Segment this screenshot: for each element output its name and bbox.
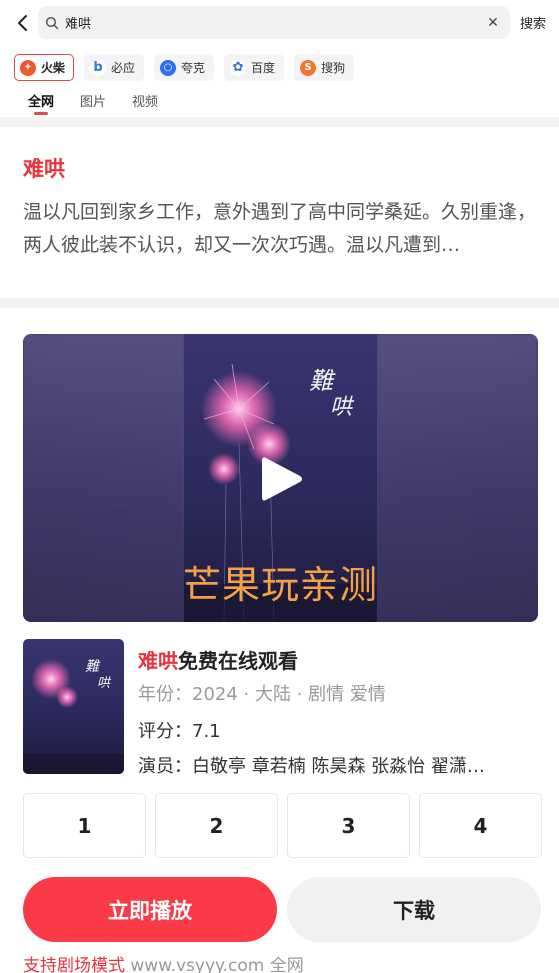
engine-label: 夸克 bbox=[181, 61, 206, 75]
divider bbox=[0, 298, 559, 308]
result-thumbnail[interactable]: 難 哄 bbox=[23, 639, 124, 774]
play-now-button[interactable]: 立即播放 bbox=[23, 877, 277, 942]
episode-button-1[interactable]: 1 bbox=[23, 793, 146, 858]
video-player[interactable]: 難 哄 芒果玩亲测 bbox=[23, 334, 538, 622]
episode-button-4[interactable]: 4 bbox=[419, 793, 542, 858]
sogou-icon: S bbox=[300, 59, 317, 76]
svg-text:難: 難 bbox=[85, 659, 101, 675]
episode-list: 1 2 3 4 bbox=[23, 793, 542, 858]
tab-all[interactable]: 全网 bbox=[28, 91, 54, 115]
theater-mode-link[interactable]: 支持剧场模式 bbox=[23, 956, 125, 973]
search-icon bbox=[45, 16, 59, 29]
search-query: 难哄 bbox=[65, 17, 92, 32]
engine-label: 搜狗 bbox=[321, 61, 346, 75]
result-title-highlight: 难哄 bbox=[138, 649, 178, 673]
top-bar: 难哄 ✕ 搜索 bbox=[0, 0, 559, 46]
search-input[interactable]: 难哄 ✕ bbox=[38, 6, 510, 39]
tab-images[interactable]: 图片 bbox=[80, 91, 106, 110]
bing-icon: b bbox=[90, 59, 107, 76]
quark-icon: ○ bbox=[160, 59, 177, 76]
engine-chip-bing[interactable]: b 必应 bbox=[84, 54, 145, 81]
engine-chip-sogou[interactable]: S 搜狗 bbox=[294, 54, 355, 81]
download-button[interactable]: 下载 bbox=[287, 877, 541, 942]
svg-text:哄: 哄 bbox=[97, 676, 112, 691]
engine-chip-baidu[interactable]: ✿ 百度 bbox=[224, 54, 285, 81]
result-cast: 演员：白敬亭 章若楠 陈昊森 张淼怡 翟潇… bbox=[138, 756, 485, 777]
engine-label: 火柴 bbox=[41, 61, 66, 75]
result-meta: 年份：2024 · 大陆 · 剧情 爱情 bbox=[138, 684, 386, 705]
svg-text:難: 難 bbox=[309, 367, 336, 395]
footer: 支持剧场模式 www.vsyyy.com 全网 bbox=[23, 951, 304, 973]
result-rating: 评分：7.1 bbox=[138, 721, 221, 742]
result-tabs: 全网 图片 视频 bbox=[28, 91, 158, 115]
episode-button-2[interactable]: 2 bbox=[155, 793, 278, 858]
summary-title[interactable]: 难哄 bbox=[23, 153, 65, 183]
footer-site: www.vsyyy.com 全网 bbox=[130, 956, 304, 973]
search-button[interactable]: 搜索 bbox=[520, 13, 546, 32]
back-icon[interactable] bbox=[12, 11, 34, 35]
engine-list: ✦ 火柴 b 必应 ○ 夸克 ✿ 百度 S 搜狗 bbox=[14, 54, 355, 81]
summary-text: 温以凡回到家乡工作，意外遇到了高中同学桑延。久别重逢，两人彼此装不认识，却又一次… bbox=[23, 201, 537, 256]
engine-chip-huochai[interactable]: ✦ 火柴 bbox=[14, 54, 75, 81]
huochai-icon: ✦ bbox=[20, 59, 36, 76]
episode-button-3[interactable]: 3 bbox=[287, 793, 410, 858]
svg-text:哄: 哄 bbox=[330, 395, 355, 420]
tab-videos[interactable]: 视频 bbox=[132, 91, 158, 110]
result-title[interactable]: 难哄免费在线观看 bbox=[138, 645, 298, 674]
engine-chip-quark[interactable]: ○ 夸克 bbox=[154, 54, 215, 81]
video-watermark: 芒果玩亲测 bbox=[182, 563, 378, 607]
result-title-rest: 免费在线观看 bbox=[178, 649, 298, 673]
divider bbox=[0, 117, 559, 127]
clear-icon[interactable]: ✕ bbox=[482, 12, 504, 34]
baidu-icon: ✿ bbox=[230, 59, 247, 76]
engine-label: 百度 bbox=[251, 61, 276, 75]
play-icon[interactable] bbox=[258, 454, 304, 504]
engine-label: 必应 bbox=[111, 61, 136, 75]
